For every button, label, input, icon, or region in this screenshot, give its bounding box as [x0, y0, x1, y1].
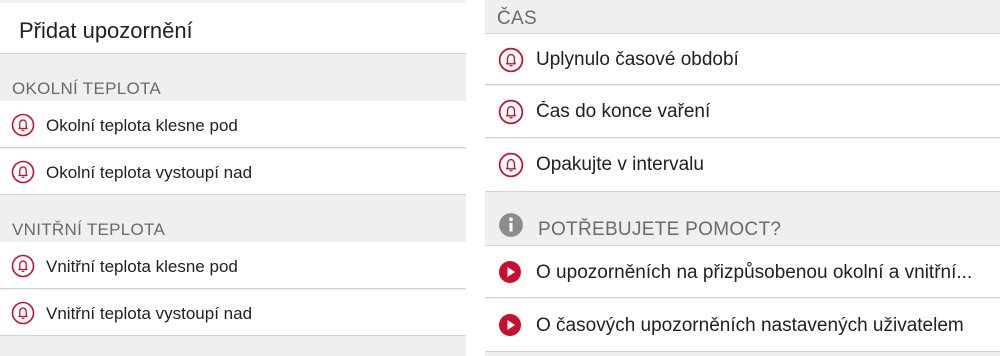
list-item-label: Okolní teplota klesne pod: [46, 116, 238, 135]
bell-icon: [498, 99, 524, 125]
help-link-user-timers[interactable]: O časových upozorněních nastavených uživ…: [485, 299, 1000, 352]
help-link-custom-alerts[interactable]: O upozorněních na přizpůsobenou okolní a…: [485, 245, 1000, 298]
panel-gap: [466, 0, 485, 356]
bell-icon: [498, 152, 524, 178]
list-item-label: O upozorněních na přizpůsobenou okolní a…: [536, 262, 973, 283]
bell-icon: [11, 301, 35, 325]
section-header-help: POTŘEBUJETE POMOCT?: [538, 219, 782, 240]
list-item-ambient-above[interactable]: Okolní teplota vystoupí nad: [0, 149, 466, 195]
list-item-internal-below[interactable]: Vnitřní teplota klesne pod: [0, 242, 466, 289]
title-bar: Přidat upozornění: [0, 3, 466, 54]
list-item-label: O časových upozorněních nastavených uživ…: [536, 315, 964, 336]
left-panel: Přidat upozornění OKOLNÍ TEPLOTA Okolní …: [0, 0, 466, 356]
page-title: Přidat upozornění: [19, 18, 193, 43]
section-header-internal: VNITŘNÍ TEPLOTA: [12, 220, 166, 239]
list-item-time-repeat[interactable]: Opakujte v intervalu: [485, 139, 1000, 192]
bell-icon: [498, 47, 524, 73]
list-item-label: Okolní teplota vystoupí nad: [46, 163, 253, 182]
section-header-time: ČAS: [497, 8, 537, 29]
list-item-label: Vnitřní teplota vystoupí nad: [46, 304, 253, 323]
info-icon: [499, 213, 523, 237]
right-panel: ČAS Uplynulo časové období Čas do konce …: [485, 0, 1000, 356]
bell-icon: [11, 254, 35, 278]
list-item-ambient-below[interactable]: Okolní teplota klesne pod: [0, 101, 466, 148]
list-item-time-elapsed[interactable]: Uplynulo časové období: [485, 33, 1000, 85]
list-item-label: Opakujte v intervalu: [536, 154, 704, 175]
list-item-time-remaining[interactable]: Čas do konce vaření: [485, 86, 1000, 138]
bell-icon: [11, 113, 35, 137]
play-icon: [499, 314, 521, 336]
list-item-label: Vnitřní teplota klesne pod: [46, 257, 238, 276]
bell-icon: [11, 160, 35, 184]
list-item-internal-above[interactable]: Vnitřní teplota vystoupí nad: [0, 290, 466, 336]
list-item-label: Čas do konce vaření: [536, 101, 711, 122]
play-icon: [499, 261, 521, 283]
section-header-ambient: OKOLNÍ TEPLOTA: [12, 79, 162, 98]
list-item-label: Uplynulo časové období: [536, 49, 739, 70]
